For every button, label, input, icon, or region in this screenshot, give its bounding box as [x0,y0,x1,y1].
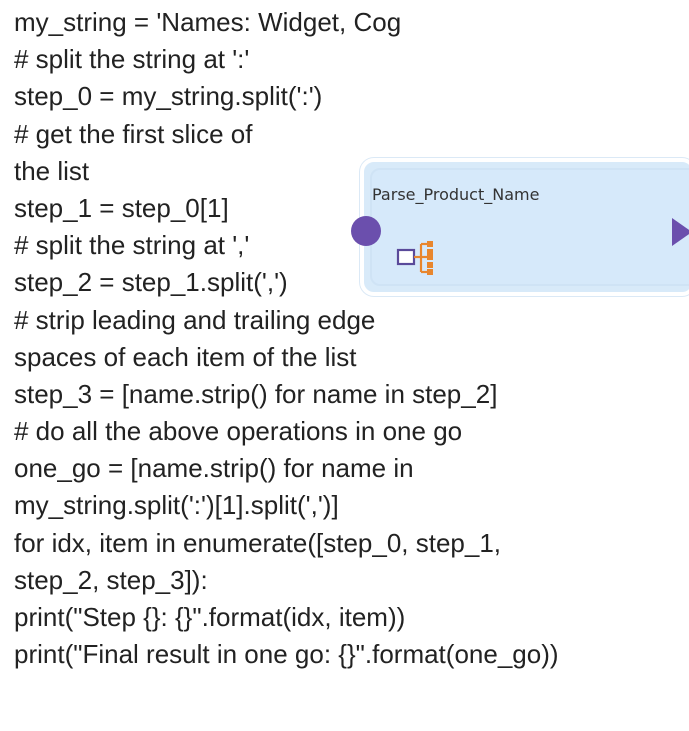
code-line: spaces of each item of the list [14,341,357,372]
code-line: for idx, item in enumerate([step_0, step… [14,527,502,558]
output-port[interactable] [672,218,689,246]
code-line: my_string = 'Names: Widget, Cog [14,7,402,37]
code-line: my_string.split(':')[1].split(',')] [14,490,339,521]
code-line: print("Step {}: {}".format(idx, item)) [14,602,406,632]
code-line: print("Final result in one go: {}".forma… [14,639,559,670]
hierarchy-parse-icon [396,241,433,275]
code-line: step_0 = my_string.split(':') [14,81,323,112]
code-block: my_string = 'Names: Widget, Cog # split … [14,4,689,673]
input-port[interactable] [351,216,381,246]
code-line: one_go = [name.strip() for name in [14,453,414,484]
code-line: step_2, step_3]): [14,564,208,595]
code-line: step_3 = [name.strip() for name in step_… [14,378,498,409]
code-line: # strip leading and trailing edge [14,304,376,335]
code-line: # split the string at ':' [14,44,250,75]
node-title: Parse_Product_Name [372,185,540,204]
code-line: # do all the above operations in one go [14,416,463,447]
code-line: # get the first slice of [14,118,253,149]
